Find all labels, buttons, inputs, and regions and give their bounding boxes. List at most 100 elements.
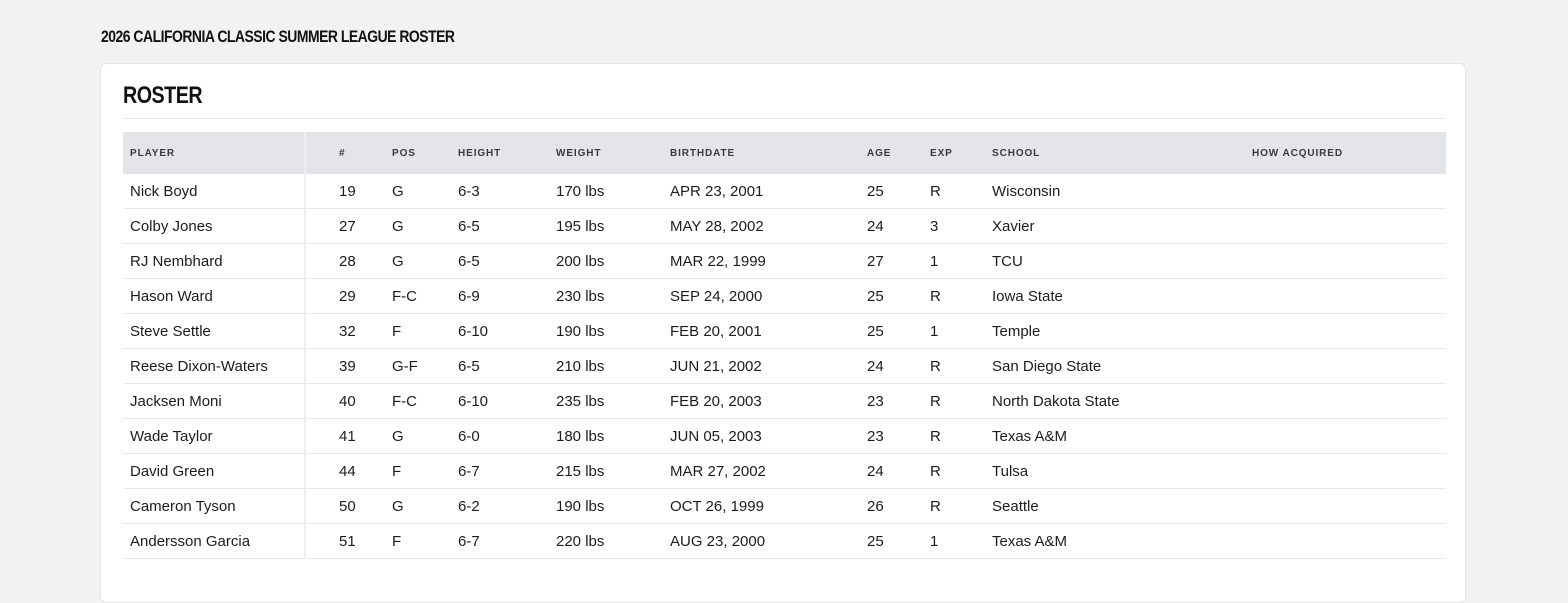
column-header-player[interactable]: PLAYER [123,132,306,174]
player-name-cell[interactable]: Andersson Garcia [123,523,306,559]
section-title: ROSTER [123,82,203,109]
birthdate-cell: FEB 20, 2001 [663,313,860,349]
jersey-number-cell: 39 [305,348,385,384]
column-header-school[interactable]: SCHOOL [985,132,1245,174]
experience-cell: R [923,174,985,209]
school-cell: Texas A&M [985,418,1245,454]
table-row[interactable]: Cameron Tyson 50 G 6-2 190 lbs OCT 26, 1999 26… [123,488,1446,524]
birthdate-cell: AUG 23, 2000 [663,523,860,559]
jersey-number-cell: 27 [305,208,385,244]
school-cell: Tulsa [985,453,1245,489]
birthdate-cell: MAR 27, 2002 [663,453,860,489]
school-cell: Seattle [985,488,1245,524]
how-acquired-cell [1245,488,1446,524]
table-row[interactable]: Nick Boyd 19 G 6-3 170 lbs APR 23, 2001 25 R Wis… [123,174,1446,209]
column-header-number[interactable]: # [305,132,385,174]
weight-cell: 230 lbs [549,278,663,314]
height-cell: 6-7 [451,453,549,489]
experience-cell: 1 [923,313,985,349]
position-cell: G [385,243,451,279]
experience-cell: R [923,278,985,314]
jersey-number-cell: 51 [305,523,385,559]
weight-cell: 200 lbs [549,243,663,279]
roster-card: ROSTER PLAYER # POS HEIGHT WEIGHT BIRTHD… [100,63,1466,603]
age-cell: 25 [860,313,923,349]
jersey-number-cell: 19 [305,174,385,209]
how-acquired-cell [1245,418,1446,454]
school-cell: San Diego State [985,348,1245,384]
weight-cell: 215 lbs [549,453,663,489]
height-cell: 6-9 [451,278,549,314]
player-name-cell[interactable]: Reese Dixon-Waters [123,348,306,384]
jersey-number-cell: 28 [305,243,385,279]
age-cell: 23 [860,383,923,419]
height-cell: 6-10 [451,313,549,349]
age-cell: 24 [860,453,923,489]
experience-cell: R [923,383,985,419]
age-cell: 25 [860,523,923,559]
player-name-cell[interactable]: Colby Jones [123,208,306,244]
table-row[interactable]: RJ Nembhard 28 G 6-5 200 lbs MAR 22, 1999 27 1 T… [123,243,1446,279]
column-header-age[interactable]: AGE [860,132,923,174]
position-cell: F [385,453,451,489]
column-header-exp[interactable]: EXP [923,132,985,174]
table-header-row: PLAYER # POS HEIGHT WEIGHT BIRTHDATE AGE… [123,132,1446,174]
player-name-cell[interactable]: David Green [123,453,306,489]
table-row[interactable]: David Green 44 F 6-7 215 lbs MAR 27, 2002 24 R T… [123,453,1446,489]
how-acquired-cell [1245,174,1446,209]
height-cell: 6-5 [451,208,549,244]
jersey-number-cell: 29 [305,278,385,314]
column-header-birthdate[interactable]: BIRTHDATE [663,132,860,174]
experience-cell: 1 [923,243,985,279]
column-header-weight[interactable]: WEIGHT [549,132,663,174]
weight-cell: 195 lbs [549,208,663,244]
player-name-cell[interactable]: Jacksen Moni [123,383,306,419]
age-cell: 24 [860,348,923,384]
how-acquired-cell [1245,453,1446,489]
school-cell: North Dakota State [985,383,1245,419]
weight-cell: 235 lbs [549,383,663,419]
school-cell: Texas A&M [985,523,1245,559]
table-row[interactable]: Colby Jones 27 G 6-5 195 lbs MAY 28, 2002 24 3 X… [123,208,1446,244]
age-cell: 26 [860,488,923,524]
how-acquired-cell [1245,208,1446,244]
player-name-cell[interactable]: Wade Taylor [123,418,306,454]
how-acquired-cell [1245,523,1446,559]
birthdate-cell: MAR 22, 1999 [663,243,860,279]
weight-cell: 170 lbs [549,174,663,209]
jersey-number-cell: 32 [305,313,385,349]
experience-cell: R [923,418,985,454]
school-cell: Wisconsin [985,174,1245,209]
column-header-pos[interactable]: POS [385,132,451,174]
player-name-cell[interactable]: Cameron Tyson [123,488,306,524]
school-cell: Temple [985,313,1245,349]
how-acquired-cell [1245,278,1446,314]
school-cell: Iowa State [985,278,1245,314]
how-acquired-cell [1245,243,1446,279]
table-row[interactable]: Steve Settle 32 F 6-10 190 lbs FEB 20, 2001 25… [123,313,1446,349]
position-cell: F [385,523,451,559]
table-row[interactable]: Wade Taylor 41 G 6-0 180 lbs JUN 05, 2003 23 R T… [123,418,1446,454]
birthdate-cell: MAY 28, 2002 [663,208,860,244]
position-cell: G-F [385,348,451,384]
birthdate-cell: JUN 21, 2002 [663,348,860,384]
birthdate-cell: SEP 24, 2000 [663,278,860,314]
table-row[interactable]: Jacksen Moni 40 F-C 6-10 235 lbs FEB 20, 2003… [123,383,1446,419]
roster-table: PLAYER # POS HEIGHT WEIGHT BIRTHDATE AGE… [123,132,1446,559]
player-name-cell[interactable]: Nick Boyd [123,174,306,209]
school-cell: TCU [985,243,1245,279]
table-row[interactable]: Hason Ward 29 F-C 6-9 230 lbs SEP 24, 2000 25 R… [123,278,1446,314]
column-header-how-acquired[interactable]: HOW ACQUIRED [1245,132,1446,174]
column-header-height[interactable]: HEIGHT [451,132,549,174]
table-row[interactable]: Andersson Garcia 51 F 6-7 220 lbs AUG 23, 200… [123,523,1446,559]
how-acquired-cell [1245,348,1446,384]
birthdate-cell: OCT 26, 1999 [663,488,860,524]
height-cell: 6-2 [451,488,549,524]
weight-cell: 220 lbs [549,523,663,559]
height-cell: 6-7 [451,523,549,559]
player-name-cell[interactable]: RJ Nembhard [123,243,306,279]
player-name-cell[interactable]: Steve Settle [123,313,306,349]
player-name-cell[interactable]: Hason Ward [123,278,306,314]
experience-cell: 3 [923,208,985,244]
table-row[interactable]: Reese Dixon-Waters 39 G-F 6-5 210 lbs JUN 21,… [123,348,1446,384]
